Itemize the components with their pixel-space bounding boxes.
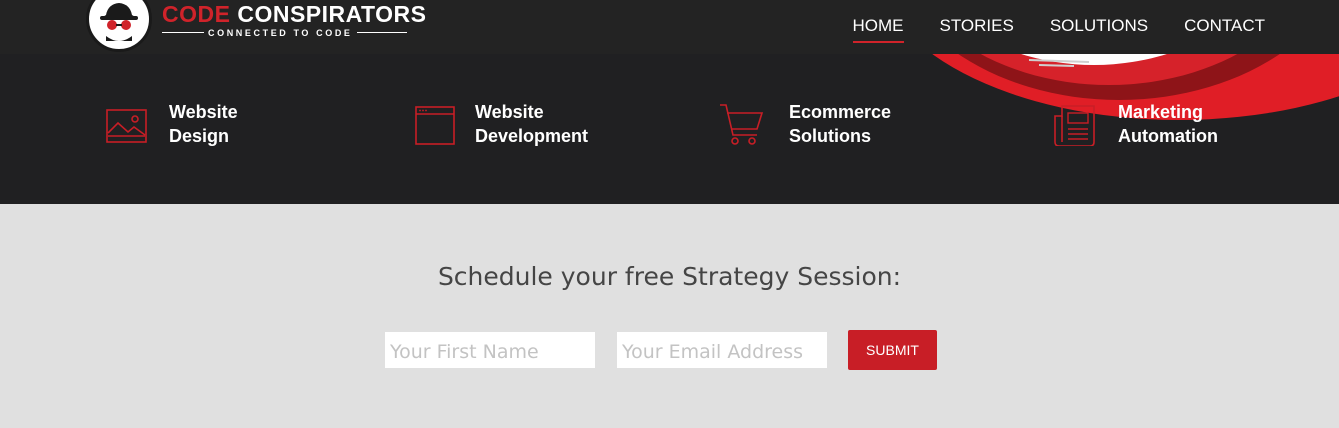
browser-window-icon bbox=[415, 106, 455, 145]
hero-band: CODE CONSPIRATORS CONNECTED TO CODE HOME… bbox=[0, 0, 1339, 204]
service-label-line1: Website bbox=[169, 102, 238, 122]
newspaper-icon bbox=[1054, 105, 1095, 146]
email-input[interactable] bbox=[617, 332, 827, 368]
tagline-divider-left bbox=[162, 32, 204, 33]
service-website-development[interactable]: Website Development bbox=[415, 100, 588, 148]
session-title: Schedule your free Strategy Session: bbox=[437, 262, 902, 291]
brand-tagline: CONNECTED TO CODE bbox=[208, 27, 353, 38]
submit-button[interactable]: SUBMIT bbox=[848, 330, 937, 370]
service-marketing-automation[interactable]: Marketing Automation bbox=[1054, 100, 1218, 148]
nav-contact[interactable]: CONTACT bbox=[1184, 16, 1265, 42]
nav-solutions[interactable]: SOLUTIONS bbox=[1050, 16, 1148, 42]
service-label-line2: Solutions bbox=[789, 126, 871, 146]
service-label-line2: Design bbox=[169, 126, 230, 146]
service-label-line1: Marketing bbox=[1118, 102, 1204, 122]
nav-stories[interactable]: STORIES bbox=[940, 16, 1014, 42]
service-label-line2: Development bbox=[475, 126, 589, 146]
service-label-line1: Ecommerce bbox=[789, 102, 892, 122]
service-label-line2: Automation bbox=[1118, 126, 1218, 146]
service-ecommerce-solutions[interactable]: Ecommerce Solutions bbox=[719, 100, 891, 148]
image-frame-icon bbox=[106, 109, 147, 143]
first-name-input[interactable] bbox=[385, 332, 595, 368]
brand-logo[interactable]: CODE CONSPIRATORS CONNECTED TO CODE bbox=[86, 0, 427, 52]
nav-home[interactable]: HOME bbox=[852, 16, 904, 43]
strategy-session-form: Schedule your free Strategy Session: SUB… bbox=[0, 204, 1339, 428]
tagline-divider-right bbox=[356, 32, 407, 33]
service-label-line1: Website bbox=[475, 102, 544, 122]
service-website-design[interactable]: Website Design bbox=[106, 100, 238, 148]
brand-name-red: CODE bbox=[162, 0, 231, 27]
spy-hat-sunglasses-icon bbox=[86, 0, 152, 52]
brand-name-white: CONSPIRATORS bbox=[237, 0, 427, 27]
main-nav: HOME STORIES SOLUTIONS CONTACT bbox=[817, 16, 1265, 43]
services-row: Website Design Website Development Ecomm… bbox=[0, 100, 1339, 160]
shopping-cart-icon bbox=[720, 104, 764, 145]
